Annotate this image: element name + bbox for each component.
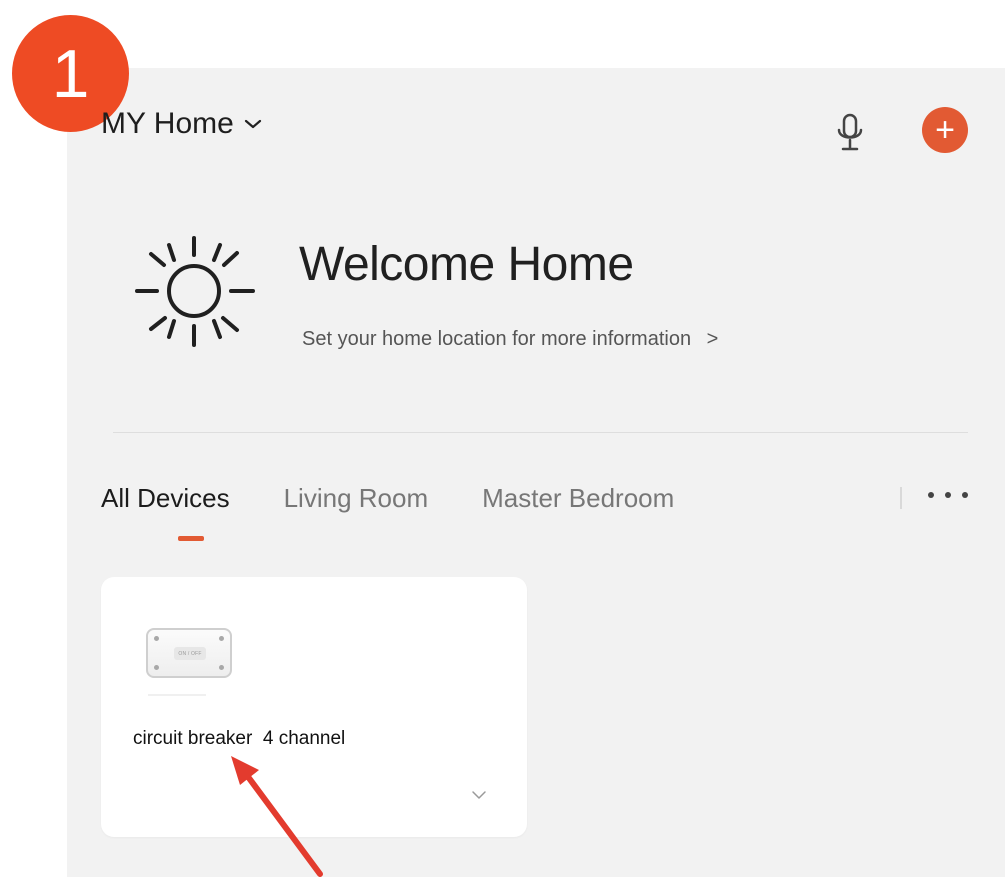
circuit-breaker-image: ON / OFF <box>146 628 232 678</box>
home-location-link[interactable]: Set your home location for more informat… <box>302 328 718 351</box>
more-dot <box>928 492 934 498</box>
more-dot <box>945 492 951 498</box>
tutorial-screenshot-page: 1 MY Home + Welcome Home Set your home l… <box>0 0 1005 877</box>
device-image-shadow <box>148 694 206 696</box>
chevron-down-icon <box>244 119 261 129</box>
partially-visible-tab[interactable] <box>900 487 910 509</box>
add-device-button[interactable]: + <box>922 107 968 153</box>
tab-all-devices[interactable]: All Devices <box>101 483 230 514</box>
home-selector[interactable]: MY Home <box>101 107 262 141</box>
screw-icon <box>219 665 224 670</box>
screw-icon <box>154 665 159 670</box>
screw-icon <box>154 636 159 641</box>
section-divider <box>113 432 968 433</box>
room-tabs: All Devices Living Room Master Bedroom <box>101 476 674 520</box>
tab-living-room[interactable]: Living Room <box>284 483 429 514</box>
device-name: circuit breaker 4 channel <box>133 728 346 749</box>
sun-icon <box>135 236 255 347</box>
home-name: MY Home <box>101 107 234 140</box>
device-image-label: ON / OFF <box>174 647 206 660</box>
chevron-down-icon[interactable] <box>471 789 487 801</box>
chevron-right-icon: > <box>706 328 719 350</box>
step-number: 1 <box>51 35 90 112</box>
location-link-text: Set your home location for more informat… <box>302 328 692 350</box>
more-horizontal-icon[interactable] <box>928 489 968 501</box>
tab-master-bedroom[interactable]: Master Bedroom <box>482 483 674 514</box>
more-dot <box>962 492 968 498</box>
annotation-arrow-icon <box>231 756 323 877</box>
microphone-icon[interactable] <box>833 112 867 154</box>
plus-icon: + <box>935 111 955 149</box>
active-tab-indicator <box>178 536 204 541</box>
welcome-title: Welcome Home <box>299 238 634 291</box>
screw-icon <box>219 636 224 641</box>
